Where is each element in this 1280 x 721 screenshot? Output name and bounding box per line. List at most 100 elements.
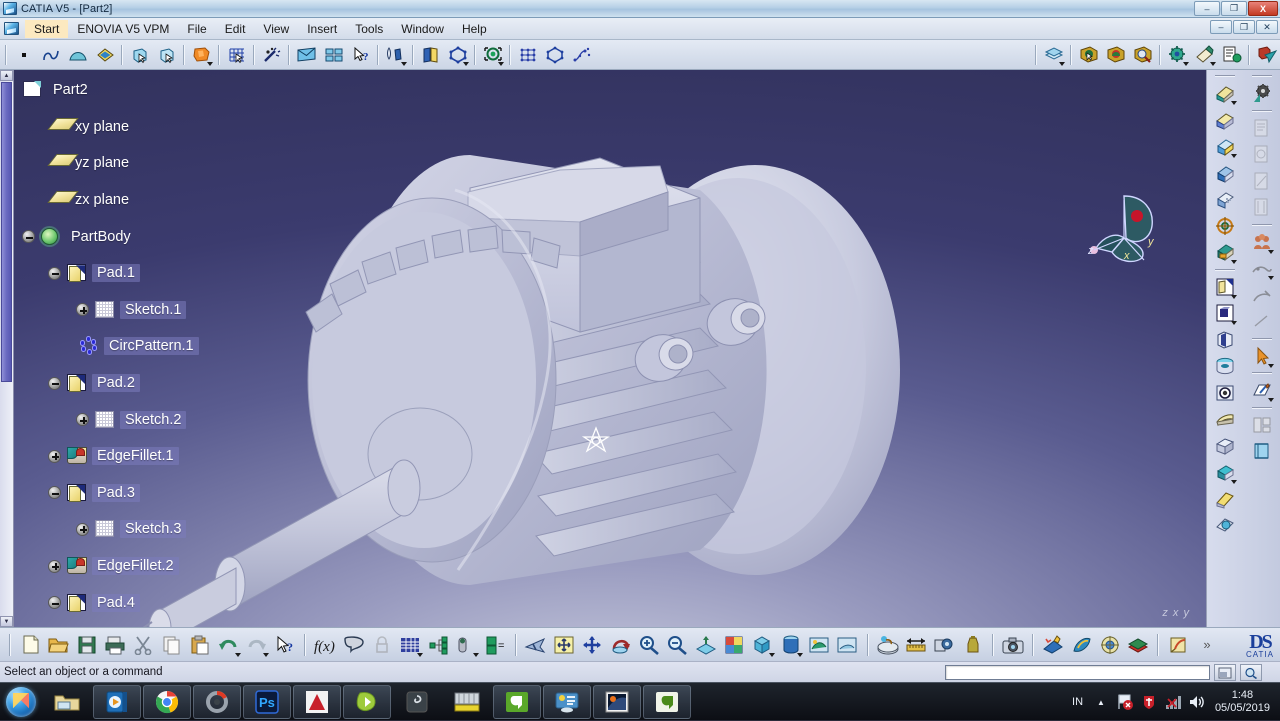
parameters-icon[interactable]: =: [482, 631, 508, 658]
volume-icon[interactable]: [1188, 693, 1206, 711]
tree-node-edgefillet-2[interactable]: EdgeFillet.2: [14, 548, 314, 585]
command-input[interactable]: [945, 665, 1210, 680]
doc-close-button[interactable]: ✕: [1256, 20, 1278, 34]
windows-start-orb[interactable]: [0, 684, 42, 720]
pad-tool-icon[interactable]: [1212, 274, 1238, 300]
shell-tool-icon[interactable]: [1212, 160, 1238, 186]
tree-scrollbar[interactable]: ▲ ▼: [0, 70, 14, 627]
taskbar-clock[interactable]: 1:48 05/05/2019: [1209, 689, 1280, 715]
keyboard-app-icon[interactable]: [443, 685, 491, 719]
point-icon[interactable]: [11, 42, 36, 67]
tree-expand-toggle[interactable]: [76, 523, 89, 536]
tree-expand-toggle[interactable]: [76, 413, 89, 426]
tree-collapse-toggle[interactable]: [48, 377, 61, 390]
create-scene-icon[interactable]: [1040, 631, 1066, 658]
menu-item-window[interactable]: Window: [392, 20, 453, 38]
windows-explorer-icon[interactable]: [43, 685, 91, 719]
dropdown-caret-icon[interactable]: [1231, 260, 1237, 264]
undo-icon[interactable]: [215, 631, 241, 658]
measure-item-icon[interactable]: [931, 631, 957, 658]
grid-select-icon[interactable]: [224, 42, 249, 67]
power-copy-icon[interactable]: [454, 631, 480, 658]
dropdown-caret-icon[interactable]: [1210, 62, 1216, 66]
group-people-icon[interactable]: [1249, 229, 1275, 255]
fit-all-in-icon[interactable]: [551, 631, 577, 658]
rotate-icon[interactable]: [608, 631, 634, 658]
multi-view-icon[interactable]: [721, 631, 747, 658]
print-icon[interactable]: [102, 631, 128, 658]
constraint-1-icon[interactable]: [1249, 115, 1275, 141]
specification-tree[interactable]: Part2 xy plane yz plane zx plane PartBod…: [14, 72, 314, 621]
power-input-button[interactable]: [1214, 664, 1236, 681]
select-solid-icon[interactable]: [154, 42, 179, 67]
capture-camera-icon[interactable]: [1000, 631, 1026, 658]
whats-this-icon[interactable]: ?: [348, 42, 373, 67]
thread-tool-icon[interactable]: [1212, 213, 1238, 239]
dropdown-caret-icon[interactable]: [473, 653, 479, 657]
annotate-icon[interactable]: [1249, 282, 1275, 308]
material-library-icon[interactable]: [1125, 631, 1151, 658]
tree-node-sketch-2[interactable]: Sketch.2: [14, 401, 314, 438]
tree-node-sketch-3[interactable]: Sketch.3: [14, 511, 314, 548]
media-player-icon[interactable]: [93, 685, 141, 719]
photoshop-icon[interactable]: Ps: [243, 685, 291, 719]
control-panel-icon[interactable]: [543, 685, 591, 719]
toolbar-overflow-button[interactable]: »: [1194, 631, 1220, 658]
chamfer-tool-icon[interactable]: [1212, 107, 1238, 133]
catalog-icon[interactable]: [321, 42, 346, 67]
line-analysis-icon[interactable]: [1249, 308, 1275, 334]
dropdown-caret-icon[interactable]: [1268, 276, 1274, 280]
tree-node-sketch-1[interactable]: Sketch.1: [14, 292, 314, 329]
search-button[interactable]: [1240, 664, 1262, 681]
fly-mode-icon[interactable]: [523, 631, 549, 658]
dropdown-caret-icon[interactable]: [235, 653, 241, 657]
autocad-icon[interactable]: [293, 685, 341, 719]
apply-material-icon[interactable]: [875, 631, 901, 658]
spiral-app-icon[interactable]: [393, 685, 441, 719]
constraint-2-icon[interactable]: [1249, 141, 1275, 167]
email-icon[interactable]: [294, 42, 319, 67]
tree-collapse-toggle[interactable]: [22, 230, 35, 243]
draft-tool-icon[interactable]: [1212, 133, 1238, 159]
google-chrome-icon[interactable]: [143, 685, 191, 719]
layers-icon[interactable]: [1041, 42, 1066, 67]
minimize-button[interactable]: –: [1194, 1, 1220, 16]
dropdown-caret-icon[interactable]: [1231, 154, 1237, 158]
dropdown-caret-icon[interactable]: [1231, 101, 1237, 105]
swap-visible-space-icon[interactable]: [834, 631, 860, 658]
apply-material-icon[interactable]: [189, 42, 214, 67]
open-folder-icon[interactable]: [45, 631, 71, 658]
antivirus-icon[interactable]: [1140, 693, 1158, 711]
measure-between-icon[interactable]: [903, 631, 929, 658]
photo-studio-icon[interactable]: [1068, 631, 1094, 658]
tree-node-part2[interactable]: Part2: [14, 72, 314, 109]
pan-icon[interactable]: [579, 631, 605, 658]
dropdown-caret-icon[interactable]: [417, 653, 423, 657]
assembly-gear-icon[interactable]: [1249, 80, 1275, 106]
menu-item-start[interactable]: Start: [25, 20, 68, 38]
dropdown-caret-icon[interactable]: [1059, 62, 1065, 66]
menu-item-view[interactable]: View: [254, 20, 298, 38]
curve-points-icon[interactable]: [569, 42, 594, 67]
constraint-3-icon[interactable]: [1249, 168, 1275, 194]
design-table-icon[interactable]: [397, 631, 423, 658]
compass[interactable]: z x y: [1082, 188, 1172, 273]
polygon-icon[interactable]: [445, 42, 470, 67]
menu-item-file[interactable]: File: [178, 20, 215, 38]
dropdown-caret-icon[interactable]: [769, 653, 775, 657]
whats-this-icon[interactable]: ?: [272, 631, 298, 658]
pocket-tool-icon[interactable]: [1212, 300, 1238, 326]
camtasia-window-icon[interactable]: [643, 685, 691, 719]
tree-expand-toggle[interactable]: [48, 560, 61, 573]
settings-gear-icon[interactable]: [1165, 42, 1190, 67]
tree-expand-toggle[interactable]: [76, 303, 89, 316]
drafting-icon[interactable]: [1249, 412, 1275, 438]
solid-combine-icon[interactable]: [1212, 512, 1238, 538]
select-arrow-icon[interactable]: [1249, 343, 1275, 369]
comment-icon[interactable]: [341, 631, 367, 658]
grid-pattern-icon[interactable]: [515, 42, 540, 67]
slot-tool-icon[interactable]: [1212, 433, 1238, 459]
stiffener-tool-icon[interactable]: [1212, 486, 1238, 512]
doc-restore-button[interactable]: ❐: [1233, 20, 1255, 34]
rainmeter-icon[interactable]: [193, 685, 241, 719]
